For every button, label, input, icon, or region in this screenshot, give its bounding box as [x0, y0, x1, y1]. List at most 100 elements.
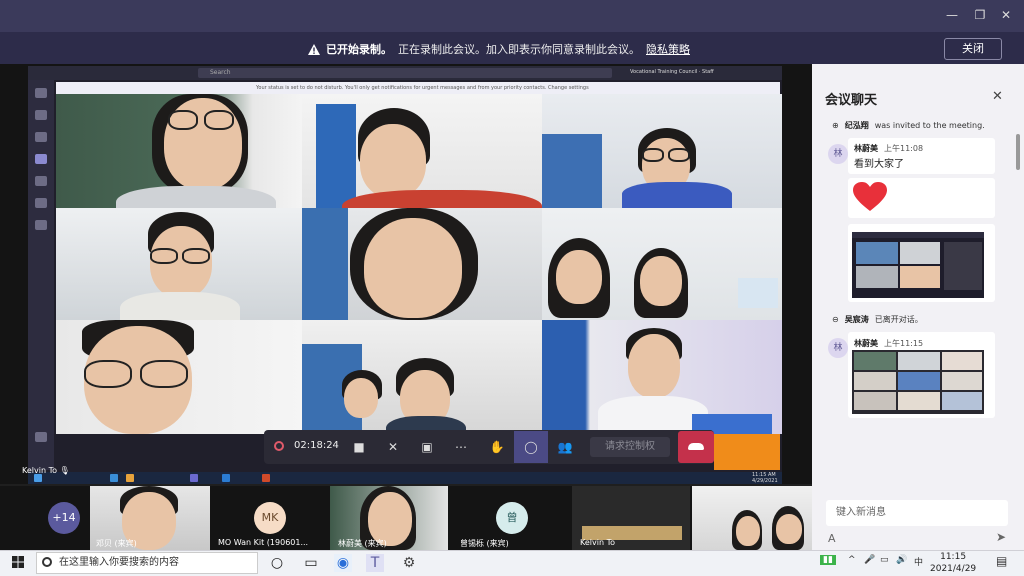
- meeting-chat-panel: [812, 64, 1024, 550]
- format-icon[interactable]: A: [828, 532, 836, 545]
- event-text: 已离开对话。: [874, 315, 923, 324]
- warning-icon: [308, 43, 320, 55]
- message-time: 上午11:15: [884, 339, 924, 348]
- clock-time: 11:15: [940, 552, 967, 562]
- send-icon[interactable]: ➤: [996, 530, 1006, 544]
- local-user-name: Kelvin To: [22, 466, 57, 475]
- chat-event: ⊖ 吴宸涛 已离开对话。: [832, 314, 923, 325]
- close-chat-icon[interactable]: ✕: [992, 89, 1003, 104]
- privacy-policy-link[interactable]: 隐私策略: [646, 41, 690, 57]
- volume-icon[interactable]: 🔊: [896, 555, 907, 565]
- browser-icon[interactable]: ◉: [334, 554, 352, 572]
- overflow-participants[interactable]: +14: [48, 502, 80, 534]
- local-user-label: Kelvin To 🎙: [22, 466, 70, 475]
- activity-icon: [35, 88, 47, 98]
- shared-clock: 11:15 AM 4/29/2021: [752, 472, 778, 484]
- shared-date: 4/29/2021: [752, 478, 778, 484]
- files-icon: [35, 220, 47, 230]
- sender-avatar: 林: [828, 338, 848, 358]
- minimize-icon[interactable]: —: [944, 8, 960, 22]
- assignments-icon: [35, 154, 47, 164]
- phone-hangup-icon: [688, 443, 704, 450]
- person-add-icon: ⊕: [832, 121, 839, 130]
- mic-off-icon[interactable]: ✕: [382, 436, 404, 458]
- chat-event: ⊕ 纪泓翔 was invited to the meeting.: [832, 120, 985, 131]
- chat-nav-icon: [35, 110, 47, 120]
- dismiss-banner-button[interactable]: 关闭: [944, 38, 1002, 60]
- shared-screen-title: Vocational Training Council · Staff: [630, 69, 714, 75]
- video-tile: [542, 94, 782, 208]
- windows-icon: [34, 474, 42, 482]
- video-tile: [302, 208, 542, 320]
- ime-indicator[interactable]: 中: [914, 555, 923, 568]
- mic-tray-icon[interactable]: 🎤: [864, 555, 875, 565]
- screenshot-image[interactable]: [852, 232, 984, 298]
- settings-icon[interactable]: ⚙: [400, 554, 418, 572]
- raise-hand-icon[interactable]: ✋: [486, 436, 508, 458]
- cortana-icon[interactable]: ○: [268, 554, 286, 572]
- participant-name: 曾锡栎 (来宾): [460, 539, 509, 548]
- chat-scrollbar[interactable]: [1016, 134, 1020, 170]
- shared-screen-search: Search: [198, 68, 612, 78]
- participant-name: Kelvin To: [580, 538, 615, 547]
- chat-icon[interactable]: ◯: [520, 436, 542, 458]
- teams-app-icon[interactable]: T: [366, 554, 384, 572]
- folder-icon: [126, 474, 134, 482]
- person-leave-icon: ⊖: [832, 315, 839, 324]
- teams-icon: [35, 132, 47, 142]
- apps-icon: [35, 432, 47, 442]
- task-view-icon[interactable]: ▭: [302, 554, 320, 572]
- sender-name: 林蔚美: [854, 339, 878, 348]
- more-options-icon[interactable]: ⋯: [450, 436, 472, 458]
- message-meta: 林蔚美 上午11:15: [854, 338, 923, 349]
- title-bar: [0, 0, 1024, 32]
- word-icon: [222, 474, 230, 482]
- message-time: 上午11:08: [884, 144, 924, 153]
- participant-name: 邓贝 (来宾): [96, 539, 137, 548]
- maximize-icon[interactable]: ❐: [972, 8, 988, 22]
- share-screen-icon[interactable]: ▣: [416, 436, 438, 458]
- network-icon[interactable]: ▭: [880, 555, 889, 565]
- sender-name: 林蔚美: [854, 144, 878, 153]
- taskbar-search-input[interactable]: 在这里输入你要搜索的内容: [36, 552, 258, 574]
- event-name: 纪泓翔: [844, 121, 869, 130]
- screenshot-image[interactable]: [852, 350, 984, 414]
- orange-overlay: [714, 434, 780, 470]
- recording-message: 正在录制此会议。加入即表示你同意录制此会议。: [398, 43, 640, 56]
- gallery-tile[interactable]: [692, 486, 812, 550]
- system-clock[interactable]: 11:15 2021/4/29: [930, 551, 976, 575]
- start-icon[interactable]: [12, 556, 24, 568]
- participants-icon[interactable]: 👥: [554, 436, 576, 458]
- event-text: was invited to the meeting.: [874, 121, 985, 130]
- participant-name: MO Wan Kit (190601...: [218, 538, 309, 547]
- teams-taskbar-icon: [190, 474, 198, 482]
- recording-status: 已开始录制。: [326, 43, 392, 56]
- request-control-button[interactable]: 请求控制权: [590, 437, 670, 457]
- video-tile: [56, 208, 302, 320]
- sender-avatar: 林: [828, 144, 848, 164]
- participant-name: 林蔚美 (来宾): [338, 539, 387, 548]
- close-icon[interactable]: ✕: [998, 8, 1014, 22]
- notifications-icon[interactable]: ▤: [996, 554, 1007, 568]
- message-meta: 林蔚美 上午11:08: [854, 143, 923, 154]
- powerpoint-icon: [262, 474, 270, 482]
- recording-icon: [274, 441, 284, 451]
- chat-title: 会议聊天: [825, 93, 878, 108]
- dnd-notice: Your status is set to do not disturb. Yo…: [56, 82, 780, 94]
- video-tile: [542, 320, 782, 434]
- calendar-icon: [35, 176, 47, 186]
- battery-icon[interactable]: ▮▮: [820, 555, 836, 565]
- heart-icon: [853, 182, 887, 211]
- event-name: 吴宸涛: [844, 315, 869, 324]
- clock-date: 2021/4/29: [930, 564, 977, 574]
- compose-message-input[interactable]: 键入新消息: [826, 500, 1008, 526]
- tray-chevron-icon[interactable]: ^: [848, 555, 856, 565]
- recording-banner: 已开始录制。 正在录制此会议。加入即表示你同意录制此会议。 隐私策略: [0, 32, 1024, 64]
- hang-up-button[interactable]: [678, 431, 714, 463]
- call-timer: 02:18:24: [294, 440, 339, 451]
- camera-icon[interactable]: ■: [348, 436, 370, 458]
- search-icon: [42, 557, 52, 567]
- video-tile: [302, 94, 542, 208]
- message-text: 看到大家了: [854, 159, 904, 170]
- participant-avatar: 曾: [496, 502, 528, 534]
